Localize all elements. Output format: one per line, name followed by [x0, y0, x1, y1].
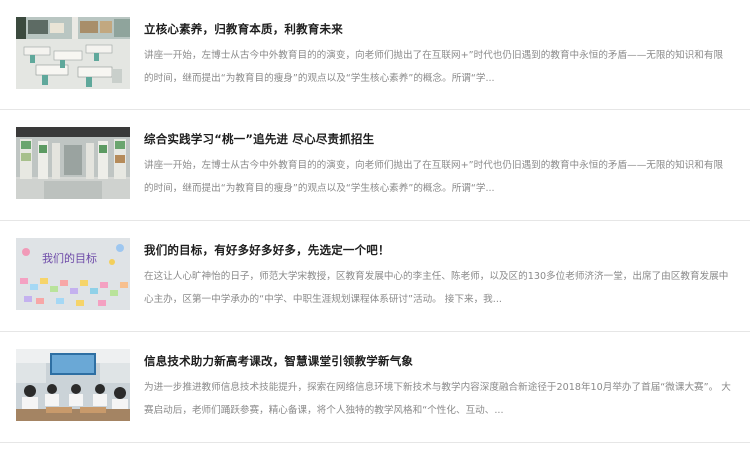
article-summary: 讲座一开始，左博士从古今中外教育目的的演变，向老师们抛出了在互联网+”时代也仍旧… [144, 160, 724, 194]
list-item[interactable]: 我们的目标 我们的目标，有好多好多好多，先选定一个吧！ 在这让人心旷神怡的日子，… [0, 221, 750, 332]
article-title[interactable]: 综合实践学习“桃一”追先进 尽心尽责抓招生 [144, 131, 374, 147]
wall-lettering: 我们的目标 [42, 251, 97, 265]
students-classroom-photo [16, 349, 130, 421]
article-summary: 在这让人心旷神怡的日子，师范大学宋教授，区教育发展中心的李主任、陈老师，以及区的… [144, 271, 729, 305]
article-thumbnail[interactable] [16, 17, 130, 89]
exhibition-hall-photo [16, 127, 130, 199]
article-thumbnail[interactable] [16, 349, 130, 421]
article-title[interactable]: 信息技术助力新高考课改，智慧课堂引领教学新气象 [144, 353, 413, 369]
classroom-tables-photo [16, 17, 130, 89]
article-thumbnail[interactable]: 我们的目标 [16, 238, 130, 310]
list-item[interactable]: 立核心素养，归教育本质，利教育未来 讲座一开始，左博士从古今中外教育目的的演变，… [0, 0, 750, 110]
article-title[interactable]: 立核心素养，归教育本质，利教育未来 [144, 21, 343, 37]
list-item[interactable]: 信息技术助力新高考课改，智慧课堂引领教学新气象 为进一步推进教师信息技术技能提升… [0, 332, 750, 443]
article-summary: 讲座一开始，左博士从古今中外教育目的的演变，向老师们抛出了在互联网+”时代也仍旧… [144, 50, 724, 84]
article-thumbnail[interactable] [16, 127, 130, 199]
article-summary: 为进一步推进教师信息技术技能提升，探索在网络信息环境下新技术与教学内容深度融合新… [144, 382, 731, 416]
article-list: 立核心素养，归教育本质，利教育未来 讲座一开始，左博士从古今中外教育目的的演变，… [0, 0, 750, 443]
goals-wall-photo: 我们的目标 [16, 238, 130, 310]
list-item[interactable]: 综合实践学习“桃一”追先进 尽心尽责抓招生 讲座一开始，左博士从古今中外教育目的… [0, 110, 750, 221]
article-title[interactable]: 我们的目标，有好多好多好多，先选定一个吧！ [144, 242, 390, 258]
